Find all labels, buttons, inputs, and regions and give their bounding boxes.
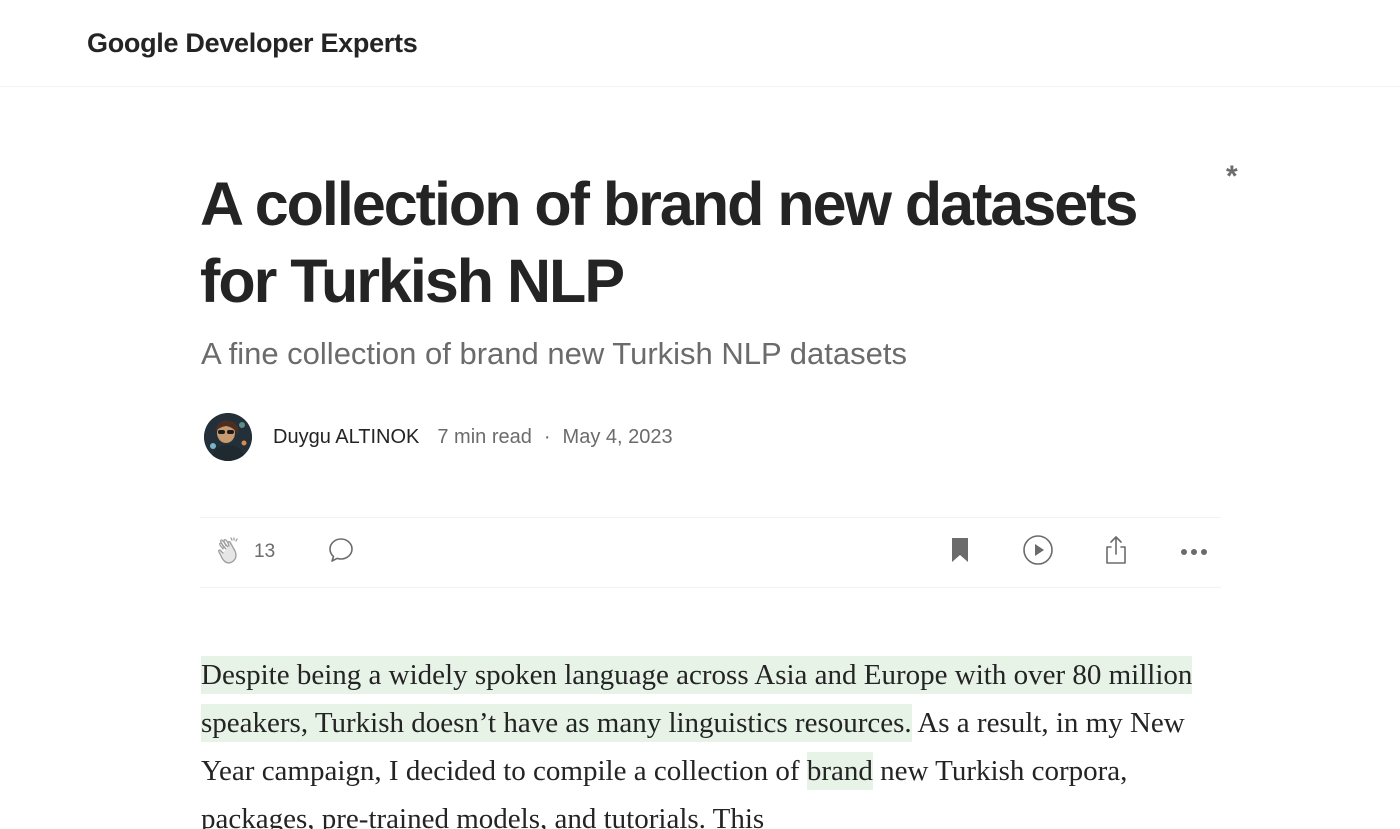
article-subtitle: A fine collection of brand new Turkish N… — [201, 336, 907, 371]
clap-icon — [214, 534, 246, 571]
more-options-button[interactable] — [1176, 534, 1212, 570]
author-avatar[interactable] — [204, 413, 252, 461]
more-icon — [1180, 543, 1208, 561]
listen-button[interactable] — [1020, 534, 1056, 570]
article-title: A collection of brand new datasets for T… — [200, 170, 1138, 315]
meta-separator: · — [543, 425, 551, 448]
author-name-link[interactable]: Duygu ALTINOK — [273, 426, 419, 449]
star-marker: * — [1226, 160, 1238, 193]
play-icon — [1022, 534, 1054, 571]
share-icon — [1101, 534, 1131, 571]
read-time: 7 min read — [437, 425, 532, 448]
clap-count: 13 — [254, 541, 276, 562]
comment-button[interactable] — [323, 534, 359, 570]
clap-button[interactable] — [212, 534, 248, 570]
bookmark-button[interactable] — [942, 534, 978, 570]
highlighted-text[interactable]: brand — [806, 752, 873, 790]
comment-icon — [327, 536, 355, 569]
bookmark-icon — [947, 536, 973, 569]
publication-name-link[interactable]: Google Developer Experts — [87, 28, 418, 59]
article-meta: 7 min read · May 4, 2023 — [437, 426, 672, 449]
top-bar: Google Developer Experts — [0, 0, 1400, 87]
article-body-paragraph: Despite being a widely spoken language a… — [201, 651, 1221, 829]
publish-date: May 4, 2023 — [562, 425, 673, 448]
article-action-bar: 13 — [200, 517, 1221, 588]
byline: Duygu ALTINOK 7 min read · May 4, 2023 — [204, 412, 673, 462]
share-button[interactable] — [1098, 534, 1134, 570]
